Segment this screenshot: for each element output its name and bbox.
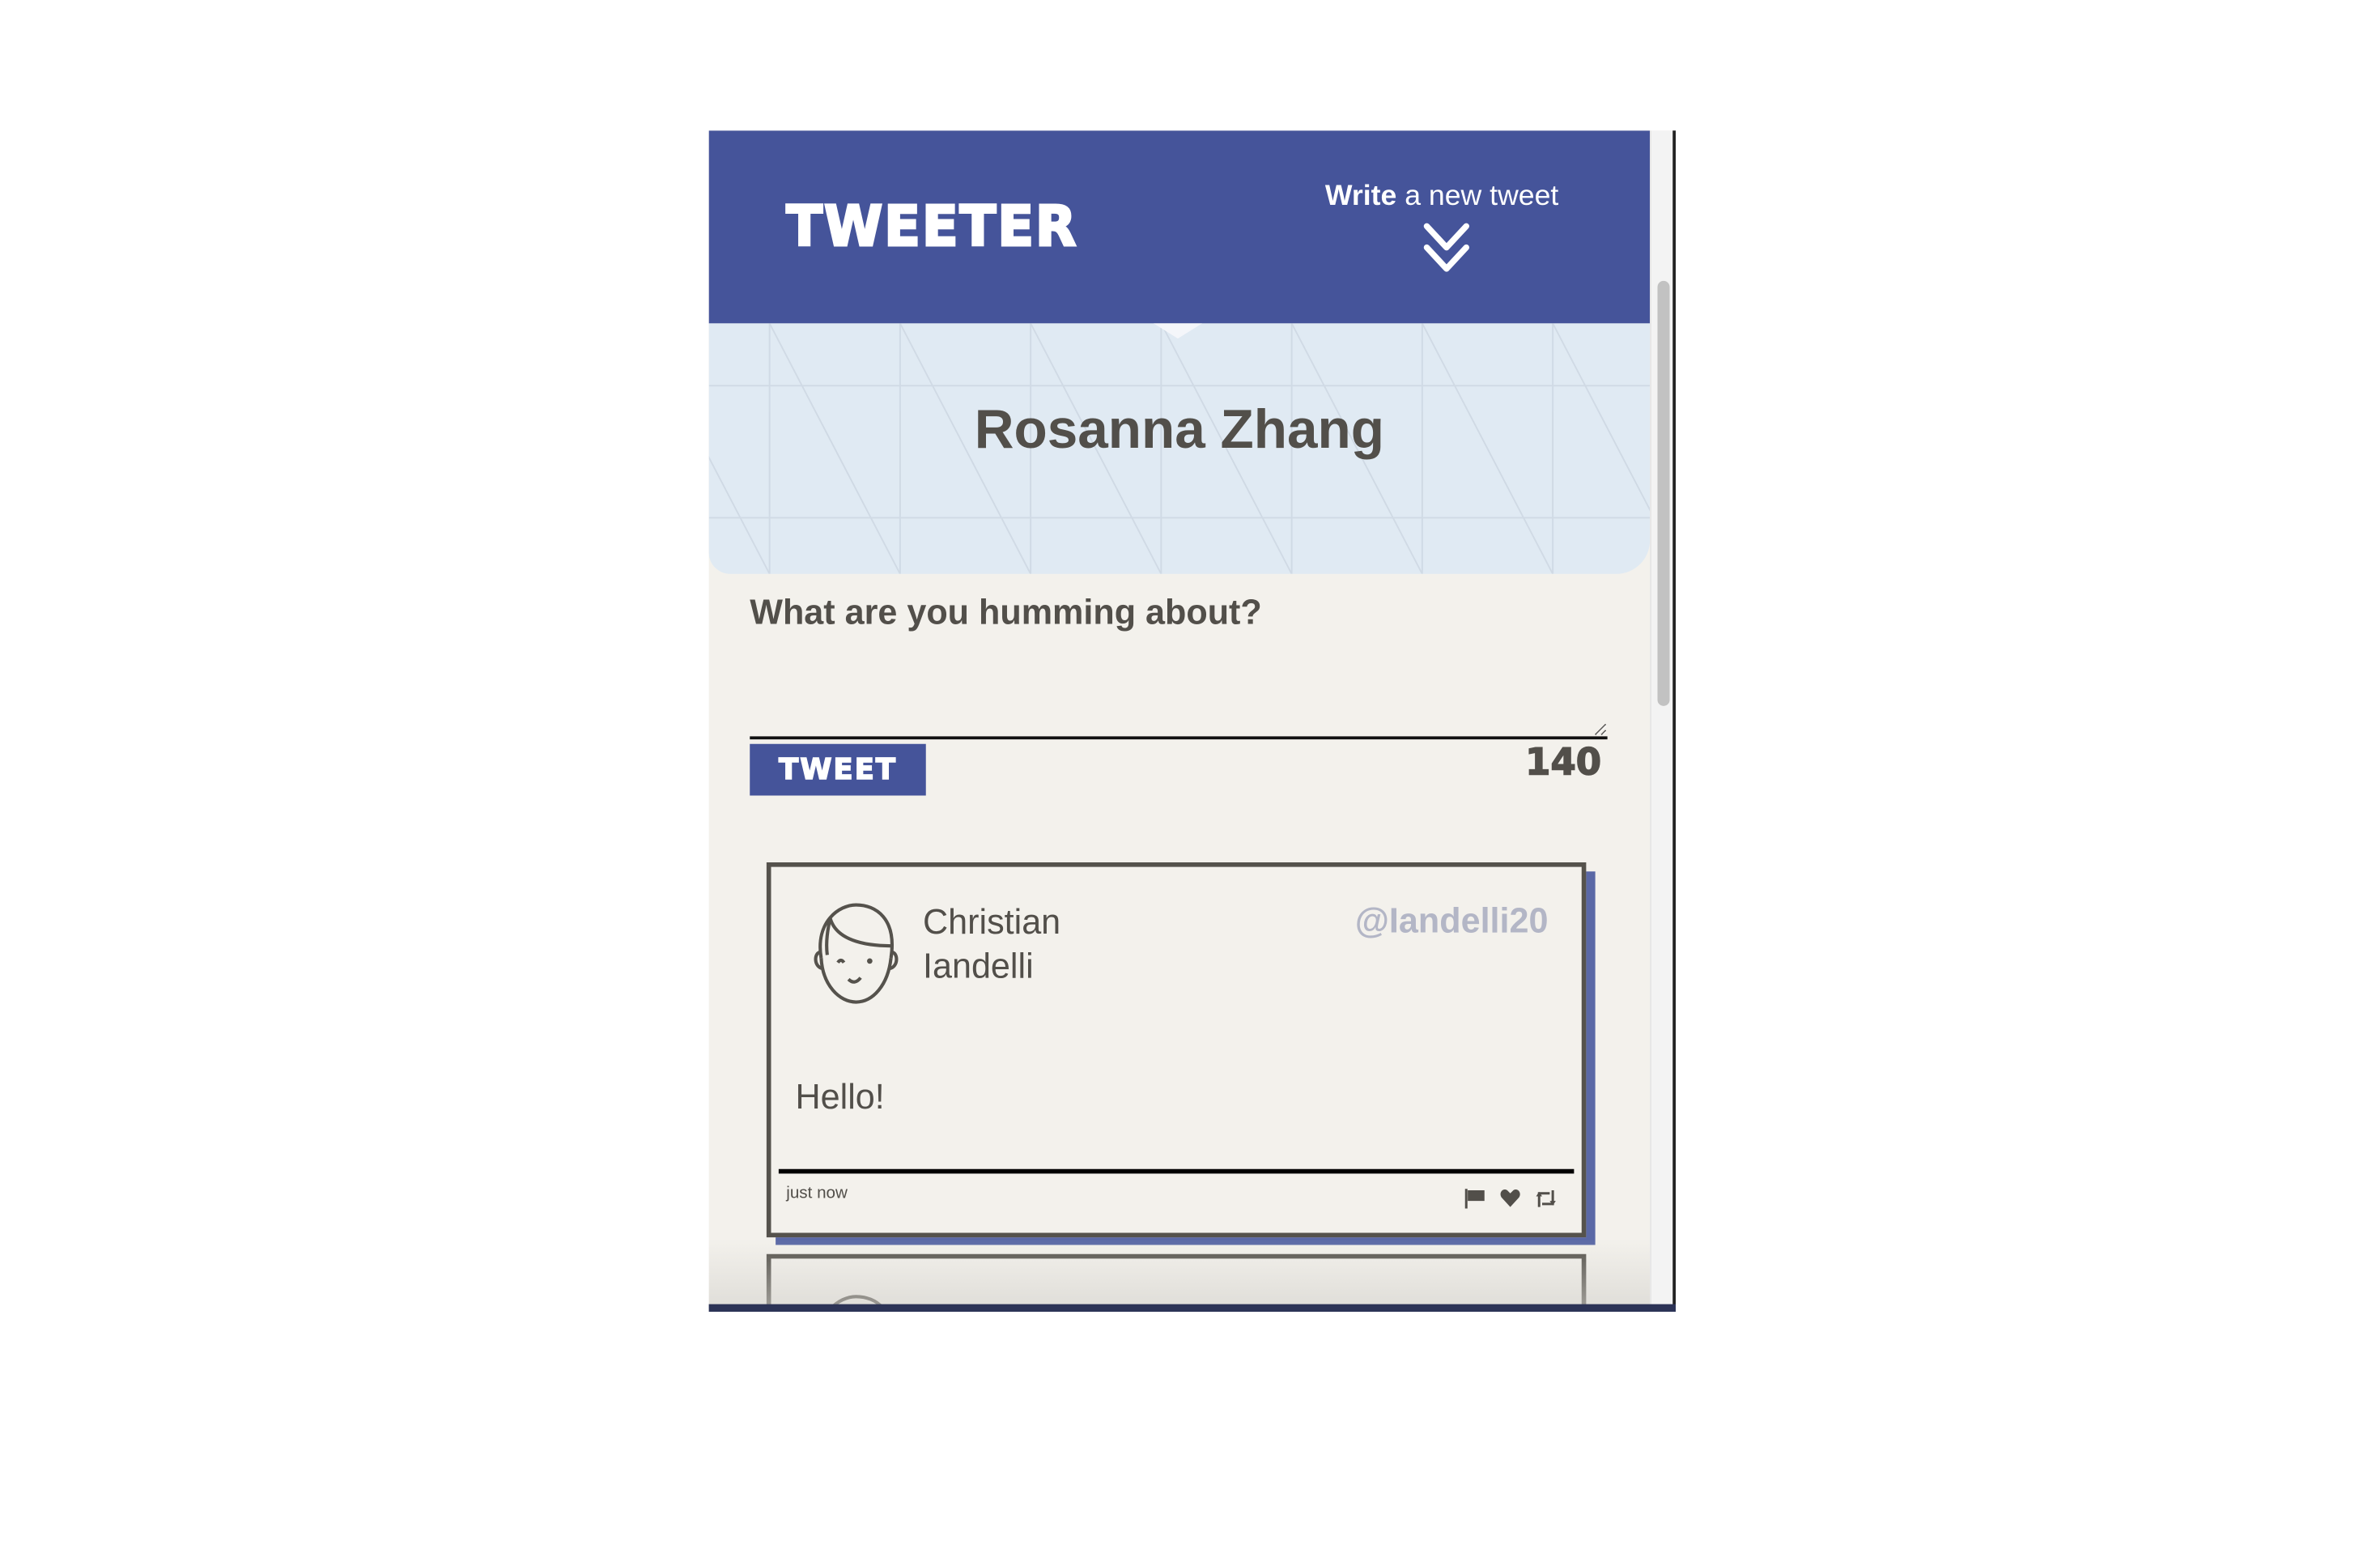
window-bottom-edge	[708, 1304, 1676, 1312]
tweet-button[interactable]: TWEET	[750, 743, 926, 796]
header-notch	[1154, 323, 1202, 339]
heart-icon[interactable]	[1500, 1189, 1521, 1208]
tweet-actions	[1464, 1189, 1558, 1209]
tweet-author: Christian Iandelli	[923, 900, 1060, 989]
header: TWEETER Write a new tweet	[708, 130, 1651, 324]
write-new-tweet-toggle[interactable]: Write a new tweet	[1325, 181, 1558, 214]
scroll-fade	[708, 1239, 1651, 1309]
logo: TWEETER	[785, 194, 1078, 261]
profile-banner: Rosanna Zhang	[708, 323, 1651, 574]
tweet-input[interactable]	[750, 646, 1608, 740]
char-counter: 140	[1524, 740, 1602, 784]
author-last: Iandelli	[923, 946, 1034, 985]
write-bold: Write	[1324, 181, 1397, 213]
divider	[778, 1168, 1575, 1174]
tweet-handle[interactable]: @Iandelli20	[1355, 900, 1549, 942]
author-first: Christian	[923, 901, 1061, 942]
profile-name: Rosanna Zhang	[974, 398, 1385, 461]
app-window: TWEETER Write a new tweet Rosanna Zhang …	[708, 130, 1675, 1309]
scrollbar-thumb[interactable]	[1657, 280, 1670, 706]
tweet-time: just now	[786, 1184, 848, 1203]
stage: TWEETER Write a new tweet Rosanna Zhang …	[0, 0, 2380, 1549]
window-edge	[1672, 130, 1676, 1309]
tweet-text: Hello!	[795, 1076, 885, 1117]
scrollbar[interactable]	[1650, 130, 1675, 1309]
composer-prompt: What are you humming about?	[750, 592, 1262, 632]
avatar-face-icon	[814, 903, 899, 1004]
retweet-icon[interactable]	[1535, 1189, 1558, 1208]
flag-icon[interactable]	[1464, 1189, 1485, 1209]
write-rest: a new tweet	[1396, 181, 1559, 213]
double-chevron-down-icon[interactable]	[1422, 222, 1471, 274]
tweet-card: Christian Iandelli @Iandelli20 Hello! jus…	[766, 862, 1587, 1238]
